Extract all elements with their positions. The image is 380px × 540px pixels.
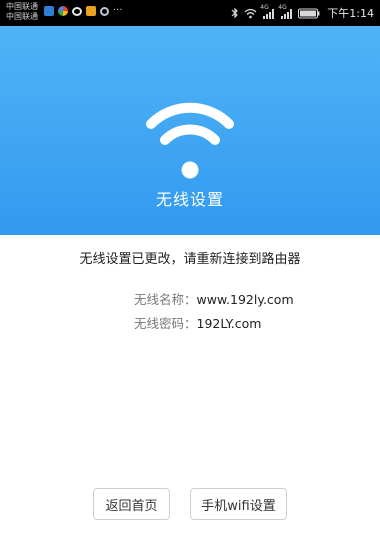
wifi-name-label: 无线名称： [134, 292, 197, 307]
signal-4g-2: 4G [278, 4, 293, 19]
carrier-2: 中国联通 [6, 12, 38, 21]
back-home-button[interactable]: 返回首页 [93, 488, 170, 520]
phone-wifi-settings-button[interactable]: 手机wifi设置 [190, 488, 287, 520]
notification-icons: ··· [44, 6, 123, 16]
status-time: 下午1:14 [327, 7, 374, 20]
carrier-names: 中国联通 中国联通 [6, 2, 38, 22]
status-bar: 中国联通 中国联通 ··· 4G 4G 下午1:14 [0, 0, 380, 26]
system-icons: 4G 4G 下午1:14 [231, 4, 374, 21]
page-title: 无线设置 [155, 190, 224, 209]
battery-icon [298, 8, 320, 18]
network-type-label: 4G [278, 3, 287, 11]
network-type-label: 4G [260, 3, 269, 11]
wifi-password-value: 192LY.com [196, 316, 262, 331]
app-notification-icon [100, 6, 109, 16]
heart-notification-icon [72, 6, 82, 16]
chrome-notification-icon [58, 6, 68, 16]
wifi-name-row: 无线名称：www.192ly.com [134, 289, 294, 308]
status-message: 无线设置已更改，请重新连接到路由器 [79, 252, 301, 267]
wifi-icon [146, 102, 234, 179]
header-banner: 无线设置 [0, 26, 380, 235]
wifi-icon [244, 8, 257, 18]
more-notifications-icon: ··· [113, 5, 123, 16]
bluetooth-icon [231, 7, 239, 19]
carrier-1: 中国联通 [6, 2, 38, 11]
app-notification-icon [44, 6, 54, 16]
wifi-password-label: 无线密码： [134, 316, 197, 331]
wifi-name-value: www.192ly.com [196, 292, 294, 307]
wifi-password-row: 无线密码：192LY.com [134, 313, 261, 332]
app-notification-icon [86, 6, 96, 16]
signal-4g-1: 4G [260, 4, 275, 19]
